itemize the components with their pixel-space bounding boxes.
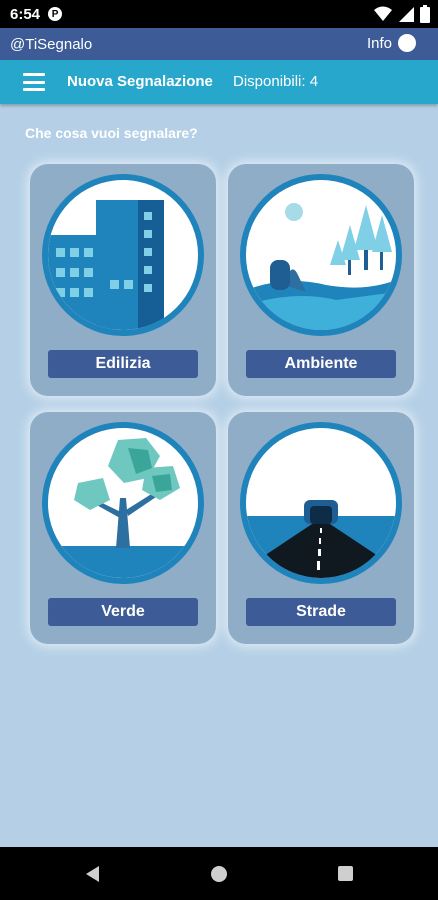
question-label: Che cosa vuoi segnalare? (25, 125, 198, 141)
category-label[interactable]: Verde (48, 598, 198, 626)
menu-icon[interactable] (23, 73, 45, 91)
toolbar-title: Nuova Segnalazione (67, 73, 213, 90)
signal-icon (399, 7, 414, 22)
status-bar: 6:54 P (0, 0, 438, 28)
category-label[interactable]: Ambiente (246, 350, 396, 378)
status-icons (374, 5, 430, 23)
battery-icon (420, 5, 430, 23)
app-header: @TiSegnalo Info (0, 28, 438, 60)
building-icon (42, 174, 204, 336)
category-label[interactable]: Strade (246, 598, 396, 626)
tree-icon (42, 422, 204, 584)
category-card-edilizia[interactable]: Edilizia (30, 164, 216, 396)
info-toggle[interactable] (398, 34, 416, 52)
info-label[interactable]: Info (367, 35, 392, 52)
home-icon[interactable] (211, 866, 227, 882)
toolbar: Nuova Segnalazione Disponibili: 4 (0, 60, 438, 104)
landscape-icon (240, 174, 402, 336)
notification-app-icon: P (48, 7, 63, 21)
category-card-verde[interactable]: Verde (30, 412, 216, 644)
category-label[interactable]: Edilizia (48, 350, 198, 378)
back-icon[interactable] (86, 866, 99, 882)
system-nav-bar (0, 847, 438, 900)
road-tunnel-icon (240, 422, 402, 584)
recent-apps-icon[interactable] (338, 866, 353, 881)
app-title: @TiSegnalo (10, 35, 93, 53)
available-count: Disponibili: 4 (233, 73, 319, 90)
wifi-icon (374, 6, 392, 21)
category-card-ambiente[interactable]: Ambiente (228, 164, 414, 396)
info-control[interactable]: Info (367, 34, 416, 52)
status-time: 6:54 (10, 5, 41, 23)
category-card-strade[interactable]: Strade (228, 412, 414, 644)
